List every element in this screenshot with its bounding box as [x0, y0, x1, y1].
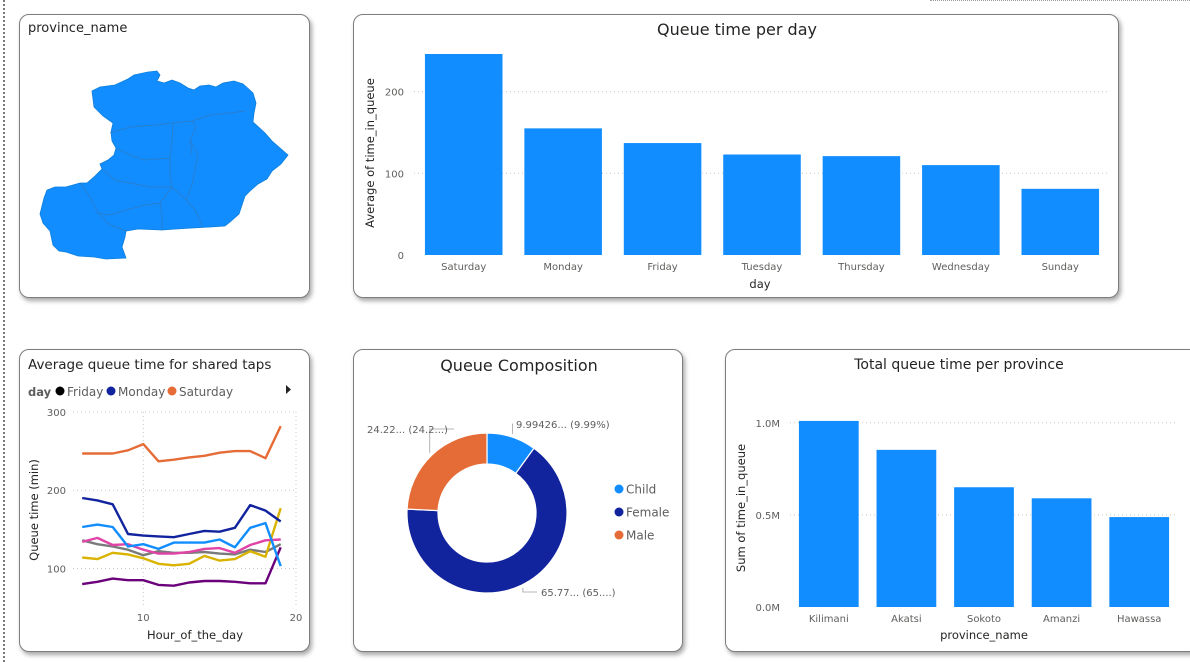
bar-kilimani: [798, 420, 859, 607]
leader-line: [522, 587, 537, 593]
bar-sokoto: [954, 487, 1014, 607]
y-tick-label: 100: [385, 169, 404, 180]
x-tick-label: Sunday: [1042, 262, 1079, 273]
legend-label: Female: [626, 506, 669, 520]
slice-male: [406, 432, 488, 512]
x-axis-title: province_name: [940, 628, 1028, 642]
legend-label: Saturday: [179, 385, 233, 399]
x-tick-label: Friday: [647, 262, 677, 273]
bar-friday: [623, 143, 702, 255]
series-line: [82, 425, 282, 463]
chart-legend[interactable]: Friday Monday Saturday: [55, 385, 234, 399]
bar-thursday: [822, 156, 901, 255]
province-map[interactable]: [20, 15, 309, 297]
x-tick-label: 10: [137, 613, 150, 624]
bar-tuesday: [723, 154, 801, 255]
shared-taps-card[interactable]: Average queue time for shared taps day F…: [19, 349, 310, 652]
legend-label: Monday: [118, 385, 165, 399]
bar-akatsi: [876, 449, 937, 607]
y-tick-label: 0: [398, 251, 404, 262]
x-tick-label: Monday: [543, 262, 583, 273]
legend-label: Child: [626, 483, 656, 497]
province-map-shape[interactable]: [39, 70, 289, 260]
bar-hawassa: [1109, 517, 1170, 607]
legend-marker: [614, 484, 624, 494]
y-tick-label: 200: [47, 486, 66, 497]
report-page-border: [3, 0, 5, 662]
queue-per-day-card[interactable]: Queue time per day Average of time_in_qu…: [353, 14, 1119, 298]
x-tick-label: Saturday: [441, 262, 486, 273]
data-label: 24.22... (24.2...): [367, 425, 448, 436]
x-tick-label: Kilimani: [809, 614, 849, 625]
chart-title: Average queue time for shared taps: [28, 357, 271, 373]
shared-taps-chart: Average queue time for shared taps day F…: [27, 357, 303, 642]
x-tick-label: Wednesday: [932, 262, 990, 273]
x-tick-label: Tuesday: [741, 262, 783, 273]
x-tick-label: Hawassa: [1117, 614, 1162, 625]
bar-monday: [524, 128, 602, 255]
queue-per-day-chart: Queue time per day Average of time_in_qu…: [363, 20, 1110, 291]
x-axis-title: Hour_of_the_day: [147, 628, 243, 642]
x-tick-label: 20: [290, 613, 303, 624]
leader-line: [512, 423, 514, 435]
y-axis-title: Average of time_in_queue: [363, 78, 377, 228]
legend-marker: [614, 530, 624, 540]
y-tick-label: 0.5M: [755, 511, 780, 522]
legend-marker: [614, 507, 624, 517]
chart-title: Queue Composition: [440, 356, 598, 375]
legend-label: Friday: [67, 385, 103, 399]
y-tick-label: 300: [47, 408, 66, 419]
queue-composition-chart: Queue Composition 9.99426... (9.99%) 65.7…: [367, 356, 669, 599]
legend-scroll-arrow-icon[interactable]: [286, 385, 291, 394]
bar-saturday: [424, 54, 503, 255]
y-tick-label: 1.0M: [755, 419, 780, 430]
legend-marker: [106, 386, 116, 396]
y-tick-label: 200: [385, 88, 404, 99]
legend-marker: [167, 386, 177, 396]
y-tick-label: 0.0M: [755, 603, 780, 614]
x-axis-title: day: [749, 277, 770, 291]
x-tick-label: Thursday: [837, 262, 885, 273]
queue-per-province-card[interactable]: Total queue time per province Sum of tim…: [725, 349, 1190, 652]
bar-amanzi: [1031, 498, 1092, 607]
legend-label: Male: [626, 529, 654, 543]
queue-composition-card[interactable]: Queue Composition 9.99426... (9.99%) 65.7…: [353, 349, 683, 652]
bar-sunday: [1021, 188, 1100, 255]
bar-wednesday: [922, 165, 1000, 255]
x-tick-label: Akatsi: [891, 614, 922, 625]
chart-title: Queue time per day: [657, 20, 817, 39]
report-page-border-top: [930, 0, 1190, 1]
y-tick-label: 100: [47, 564, 66, 575]
province-map-card[interactable]: province_name: [19, 14, 310, 298]
series-line: [82, 496, 282, 539]
queue-per-province-chart: Total queue time per province Sum of tim…: [734, 357, 1178, 642]
data-label: 9.99426... (9.99%): [516, 420, 610, 431]
legend-marker: [55, 386, 65, 396]
legend-title: day: [28, 385, 52, 399]
y-axis-title: Queue time (min): [27, 459, 41, 561]
x-tick-label: Sokoto: [967, 614, 1001, 625]
y-axis-title: Sum of time_in_queue: [734, 444, 748, 572]
chart-title: Total queue time per province: [853, 357, 1064, 373]
data-label: 65.77... (65....): [541, 588, 616, 599]
x-tick-label: Amanzi: [1043, 614, 1080, 625]
